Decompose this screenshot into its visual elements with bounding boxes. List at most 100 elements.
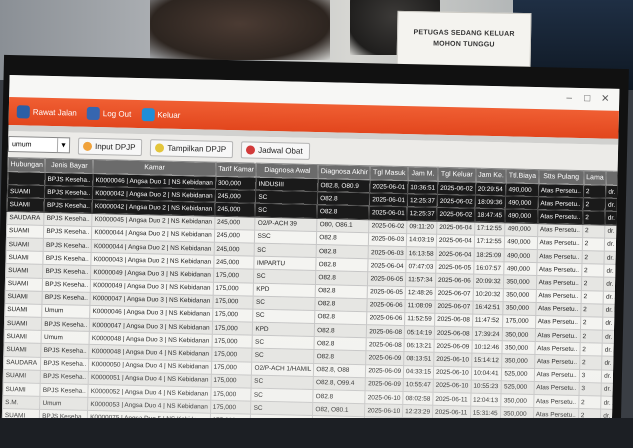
table-cell: 16:42:51	[472, 300, 504, 315]
table-cell: 2025-06-07	[434, 299, 473, 314]
table-cell: 525,000	[501, 367, 535, 382]
table-cell: BPJS Keseha..	[40, 356, 90, 372]
table-cell: SUAMI	[7, 184, 45, 199]
table-cell: 2025-06-03	[368, 232, 407, 247]
table-cell: 08:02:58	[402, 391, 434, 406]
table-cell: 2025-06-08	[366, 324, 405, 339]
table-cell: 2025-06-06	[435, 273, 474, 288]
maximize-icon[interactable]: □	[579, 93, 595, 105]
table-cell: 175,000	[211, 347, 253, 362]
table-cell: SAUDARA	[6, 211, 45, 226]
column-header[interactable]: Lama	[583, 170, 607, 186]
column-header[interactable]: Stts Pulang	[538, 169, 584, 185]
table-cell: 2	[581, 263, 605, 278]
table-cell: O80, O86.1	[316, 218, 370, 233]
table-cell: Atas Persetu..	[535, 302, 581, 317]
table-cell: 2025-06-11	[432, 392, 471, 407]
table-cell: 490,000	[504, 222, 538, 237]
table-cell: 2025-06-05	[435, 260, 474, 275]
table-cell: 2	[581, 250, 605, 265]
table-cell: 2025-06-04	[368, 258, 407, 273]
table-cell: SC	[255, 190, 318, 205]
table-cell: 12:04:13	[470, 393, 502, 407]
table-cell: 2	[580, 290, 604, 304]
table-cell: O82.8	[317, 204, 370, 220]
column-header[interactable]: Hubungan	[7, 157, 46, 173]
close-icon[interactable]: ✕	[597, 93, 613, 105]
table-cell: 350,000	[501, 354, 535, 369]
table-cell: BPJS Keseha..	[44, 185, 93, 200]
table-cell: O82.8	[314, 310, 368, 325]
monitor: – □ ✕ Rawat Jalan Log Out Keluar umum ▼ …	[0, 54, 629, 448]
table-cell: BPJS Keseha..	[40, 370, 89, 385]
table-cell: 2025-06-09	[433, 339, 472, 354]
column-header[interactable]: Jam M.	[407, 166, 439, 182]
table-cell: SUAMI	[4, 290, 43, 305]
table-cell: 10:55:23	[470, 379, 502, 394]
table-cell: 2025-06-01	[369, 206, 408, 221]
table-cell: 2	[578, 395, 602, 410]
table-cell: 2	[583, 184, 607, 199]
table-cell: BPJS Keseha..	[41, 317, 90, 332]
table-cell: O82, O80.1	[312, 402, 366, 418]
table-cell: 15:14:12	[471, 353, 503, 368]
keluar-button[interactable]: Keluar	[141, 107, 180, 122]
column-header[interactable]: Diagnosa Awal	[256, 163, 319, 179]
column-header[interactable]: Tgl Masuk	[370, 165, 409, 181]
table-cell: BPJS Keseha..	[42, 277, 91, 293]
table-cell: O82.8, O80.9	[317, 178, 371, 193]
chevron-down-icon[interactable]: ▼	[56, 138, 70, 153]
table-cell: Atas Persetu..	[535, 289, 582, 304]
table-cell: 2025-06-10	[433, 379, 472, 394]
app-window: – □ ✕ Rawat Jalan Log Out Keluar umum ▼ …	[1, 75, 620, 448]
table-cell: 16:07:57	[473, 261, 505, 276]
table-cell: 490,000	[505, 209, 538, 224]
table-cell: 2	[580, 316, 604, 331]
table-cell: 12:48:26	[405, 286, 436, 300]
table-cell: 2025-06-06	[367, 298, 406, 313]
table-cell: 2025-06-08	[434, 326, 473, 341]
notice-sign: PETUGAS SEDANG KELUAR MOHON TUNGGU	[396, 10, 532, 68]
table-cell: 2025-06-04	[436, 247, 475, 262]
table-cell: 14:03:19	[406, 233, 437, 248]
column-header[interactable]: Diagnosa Akhir	[318, 164, 371, 180]
table-cell: Atas Persetu..	[535, 315, 581, 330]
table-cell: 2025-06-08	[434, 313, 473, 328]
background-person	[150, 0, 330, 60]
minimize-icon[interactable]: –	[561, 93, 577, 105]
table-cell: O2/P-ACH 39	[255, 216, 318, 232]
input-dpjp-button[interactable]: Input DPJP	[77, 137, 143, 156]
table-cell: SC	[253, 309, 316, 324]
table-cell: 525,000	[501, 380, 534, 395]
table-cell: SUAMI	[5, 263, 44, 278]
table-cell: BPJS Keseha..	[42, 291, 91, 306]
column-header[interactable]: Tgl Keluar	[437, 167, 476, 183]
sign-line-1: PETUGAS SEDANG KELUAR	[413, 29, 515, 38]
table-cell: KPD	[253, 282, 316, 298]
filter-select[interactable]: umum ▼	[7, 136, 71, 154]
log-out-button[interactable]: Log Out	[86, 106, 132, 120]
patient-icon	[16, 104, 30, 119]
table-cell: 07:47:03	[405, 259, 437, 274]
column-header[interactable]: Jenis Bayar	[45, 158, 94, 174]
table-cell: 350,000	[503, 275, 537, 290]
table-cell: 175,000	[212, 308, 254, 323]
table-cell: O82.8	[313, 389, 366, 404]
jadwal-obat-button[interactable]: Jadwal Obat	[240, 140, 310, 160]
table-cell: 2	[579, 355, 603, 370]
column-header[interactable]: Tarif Kamar	[215, 162, 257, 178]
rawat-jalan-button[interactable]: Rawat Jalan	[16, 104, 77, 119]
tampilkan-dpjp-button[interactable]: Tampilkan DPJP	[150, 138, 234, 158]
table-cell: 18:09:36	[474, 195, 506, 210]
table-cell: 2025-06-05	[367, 285, 406, 300]
table-cell: O82.8	[314, 336, 367, 352]
table-cell: 350,000	[503, 301, 536, 316]
table-cell: Atas Persetu..	[538, 183, 584, 198]
table-cell: BPJS Keseha..	[43, 251, 92, 266]
table-cell: 2025-06-07	[435, 286, 474, 301]
table-cell: SUAMI	[6, 237, 44, 252]
column-header[interactable]: Jam Ke.	[475, 168, 507, 183]
column-header[interactable]: Ttl.Biaya	[506, 168, 539, 184]
table-cell: 350,000	[502, 341, 535, 355]
table-cell: 2	[582, 210, 606, 225]
